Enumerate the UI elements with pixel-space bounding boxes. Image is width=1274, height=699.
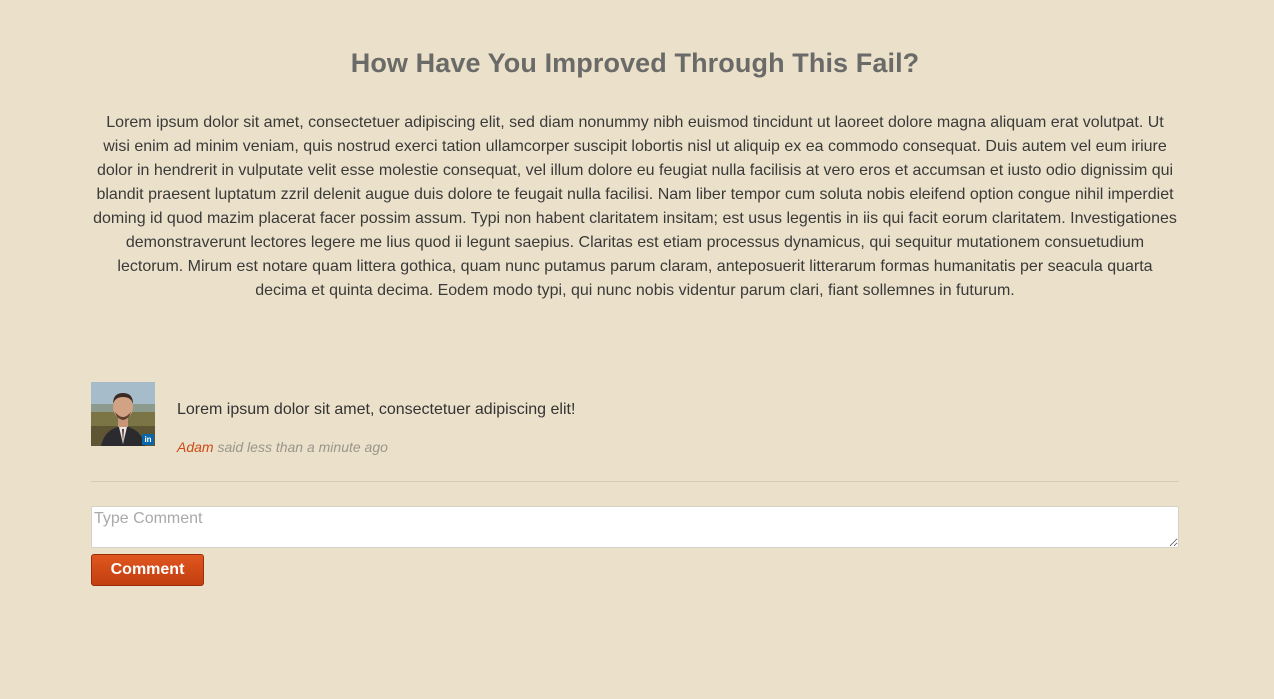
comment-text: Lorem ipsum dolor sit amet, consectetuer… — [177, 401, 576, 418]
intro-paragraph: Lorem ipsum dolor sit amet, consectetuer… — [93, 114, 1177, 299]
comment-meta: Adam said less than a minute ago — [177, 439, 388, 455]
comment-input[interactable] — [91, 506, 1179, 548]
avatar[interactable]: in — [91, 382, 155, 446]
linkedin-icon[interactable]: in — [142, 434, 154, 445]
divider — [91, 481, 1179, 482]
comment-submit-button[interactable]: Comment — [91, 554, 204, 586]
comment-item: in Lorem ipsum dolor sit amet, consectet… — [91, 382, 1179, 482]
page-title: How Have You Improved Through This Fail? — [350, 48, 920, 78]
comment-author-link[interactable]: Adam — [177, 439, 214, 455]
comment-timestamp: said less than a minute ago — [217, 439, 388, 455]
